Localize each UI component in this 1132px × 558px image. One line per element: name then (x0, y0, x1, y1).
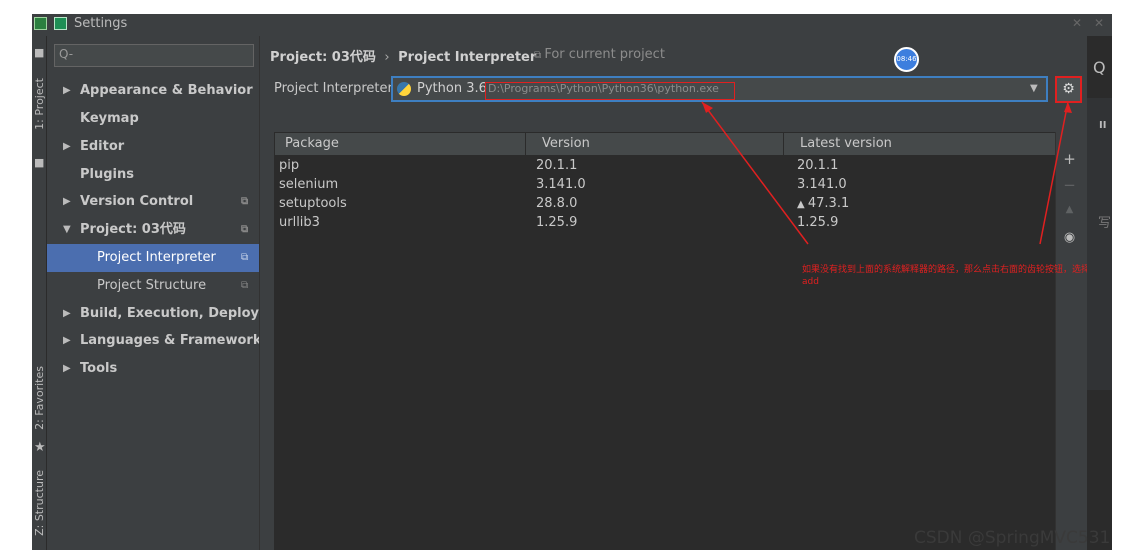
package-latest-version: 3.141.0 (797, 175, 847, 194)
remove-package-button[interactable]: − (1056, 176, 1083, 194)
close-icon[interactable]: ✕ (1072, 16, 1082, 30)
sidebar-item-tools[interactable]: ▶ Tools (47, 355, 259, 383)
package-version: 3.141.0 (536, 177, 586, 192)
latest-version-value: 20.1.1 (797, 158, 839, 173)
python-icon (397, 82, 411, 96)
expand-arrow-icon: ▶ (63, 363, 71, 374)
interpreter-name: Python 3.6 (417, 81, 487, 96)
package-latest-version: 20.1.1 (797, 156, 838, 175)
breadcrumb-page: Project Interpreter (398, 50, 537, 65)
chevron-down-icon[interactable]: ▼ (1030, 83, 1038, 94)
file-icon: ■ (34, 46, 45, 59)
column-header-latest-version[interactable]: Latest version (784, 133, 1056, 155)
title-bar: Settings ✕ ✕ (32, 14, 1112, 36)
sidebar-item-plugins[interactable]: Plugins (47, 161, 259, 189)
ide-logo-icon (34, 17, 47, 30)
sidebar-item-project[interactable]: ▼ Project: 03代码 ⧉ (47, 216, 259, 244)
search-icon[interactable]: Q (1093, 58, 1106, 77)
package-name: setuptools (279, 196, 347, 211)
column-header-package[interactable]: Package (275, 133, 526, 155)
clock-badge: 08:46 (894, 47, 919, 72)
latest-version-value: 3.141.0 (797, 177, 847, 192)
table-actions-toolbar: + − ▲ ◉ (1055, 132, 1082, 550)
expand-arrow-icon: ▶ (63, 85, 71, 96)
search-icon: Q- (59, 47, 74, 61)
table-row[interactable]: urllib3 1.25.9 1.25.9 (275, 213, 1056, 232)
settings-window-icon (54, 17, 67, 30)
expand-arrow-icon: ▶ (63, 308, 71, 319)
sidebar-item-build-execution[interactable]: ▶ Build, Execution, Deployme (47, 300, 259, 328)
table-row[interactable]: setuptools 28.8.0 ▲ 47.3.1 (275, 194, 1056, 213)
interpreter-settings-button[interactable]: ⚙ (1055, 76, 1082, 103)
window-title: Settings (74, 16, 128, 31)
project-scope-icon: ⧉ (534, 50, 545, 61)
latest-version-value: 1.25.9 (797, 215, 839, 230)
right-edge-panel: Q II 写 (1087, 36, 1112, 550)
expand-arrow-icon: ▶ (63, 196, 71, 207)
tool-tab-favorites[interactable]: 2: Favorites (32, 366, 47, 444)
expand-arrow-icon: ▶ (63, 335, 71, 346)
star-icon: ★ (34, 440, 46, 455)
package-version: 28.8.0 (536, 196, 578, 211)
sidebar-item-keymap[interactable]: Keymap (47, 105, 259, 133)
gear-icon: ⚙ (1062, 81, 1075, 97)
project-scope-icon: ⧉ (241, 224, 249, 235)
project-scope-icon: ⧉ (241, 280, 249, 291)
sidebar-item-project-structure[interactable]: Project Structure ⧉ (47, 272, 259, 300)
close-icon-secondary[interactable]: ✕ (1094, 16, 1104, 30)
breadcrumb-separator: › (384, 50, 390, 65)
package-latest-version: ▲ 47.3.1 (797, 194, 849, 214)
breadcrumb: Project: 03代码 › Project Interpreter (270, 46, 536, 65)
settings-content: Project: 03代码 › Project Interpreter ⧉ Fo… (259, 36, 1112, 550)
editor-pane-fragment: II 写 (1087, 98, 1112, 390)
project-scope-icon: ⧉ (241, 252, 249, 263)
watermark: CSDN @SpringMVC531 (914, 528, 1111, 548)
sidebar-item-appearance[interactable]: ▶ Appearance & Behavior (47, 77, 259, 105)
tool-tab-project[interactable]: 1: Project (32, 78, 47, 152)
collapse-arrow-icon: ▼ (63, 224, 71, 235)
interpreter-label: Project Interpreter: (274, 81, 398, 96)
for-current-project-note: ⧉ For current project (534, 47, 665, 62)
package-version: 1.25.9 (536, 215, 578, 230)
folder-icon: ■ (34, 156, 45, 169)
table-row[interactable]: pip 20.1.1 20.1.1 (275, 156, 1056, 175)
project-scope-icon: ⧉ (241, 196, 249, 207)
package-name: urllib3 (279, 215, 320, 230)
path-highlight-box (485, 82, 735, 100)
package-version: 20.1.1 (536, 158, 578, 173)
editor-text-fragment: 写 (1098, 216, 1112, 231)
settings-search-input[interactable]: Q- (54, 44, 254, 67)
table-header: Package Version Latest version (275, 133, 1056, 155)
left-tool-strip: ■ 1: Project ■ 2: Favorites ★ Z: Structu… (32, 36, 47, 550)
column-header-version[interactable]: Version (526, 133, 784, 155)
upgrade-package-button[interactable]: ▲ (1056, 204, 1083, 215)
breadcrumb-project: Project: 03代码 (270, 50, 376, 65)
settings-window: Settings ✕ ✕ ■ 1: Project ■ 2: Favorites… (32, 14, 1112, 550)
annotation-note: 如果没有找到上面的系统解释器的路径，那么点击右面的齿轮按钮，选择add (802, 265, 1091, 287)
tool-tab-structure[interactable]: Z: Structure (32, 470, 47, 548)
upgrade-available-icon: ▲ (797, 199, 808, 210)
sidebar-item-version-control[interactable]: ▶ Version Control ⧉ (47, 188, 259, 216)
settings-sidebar: Q- ▶ Appearance & Behavior Keymap ▶ Edit… (47, 36, 259, 550)
sidebar-item-editor[interactable]: ▶ Editor (47, 133, 259, 161)
sidebar-item-languages[interactable]: ▶ Languages & Frameworks (47, 327, 259, 355)
package-name: selenium (279, 177, 339, 192)
package-latest-version: 1.25.9 (797, 213, 838, 232)
show-early-releases-icon[interactable]: ◉ (1056, 230, 1083, 245)
pause-icon: II (1099, 120, 1107, 131)
sidebar-item-project-interpreter[interactable]: Project Interpreter ⧉ (47, 244, 259, 272)
package-name: pip (279, 158, 300, 173)
expand-arrow-icon: ▶ (63, 141, 71, 152)
packages-table: Package Version Latest version pip 20.1.1… (274, 132, 1056, 550)
table-row[interactable]: selenium 3.141.0 3.141.0 (275, 175, 1056, 194)
latest-version-value: 47.3.1 (807, 196, 850, 211)
add-package-button[interactable]: + (1056, 150, 1083, 168)
